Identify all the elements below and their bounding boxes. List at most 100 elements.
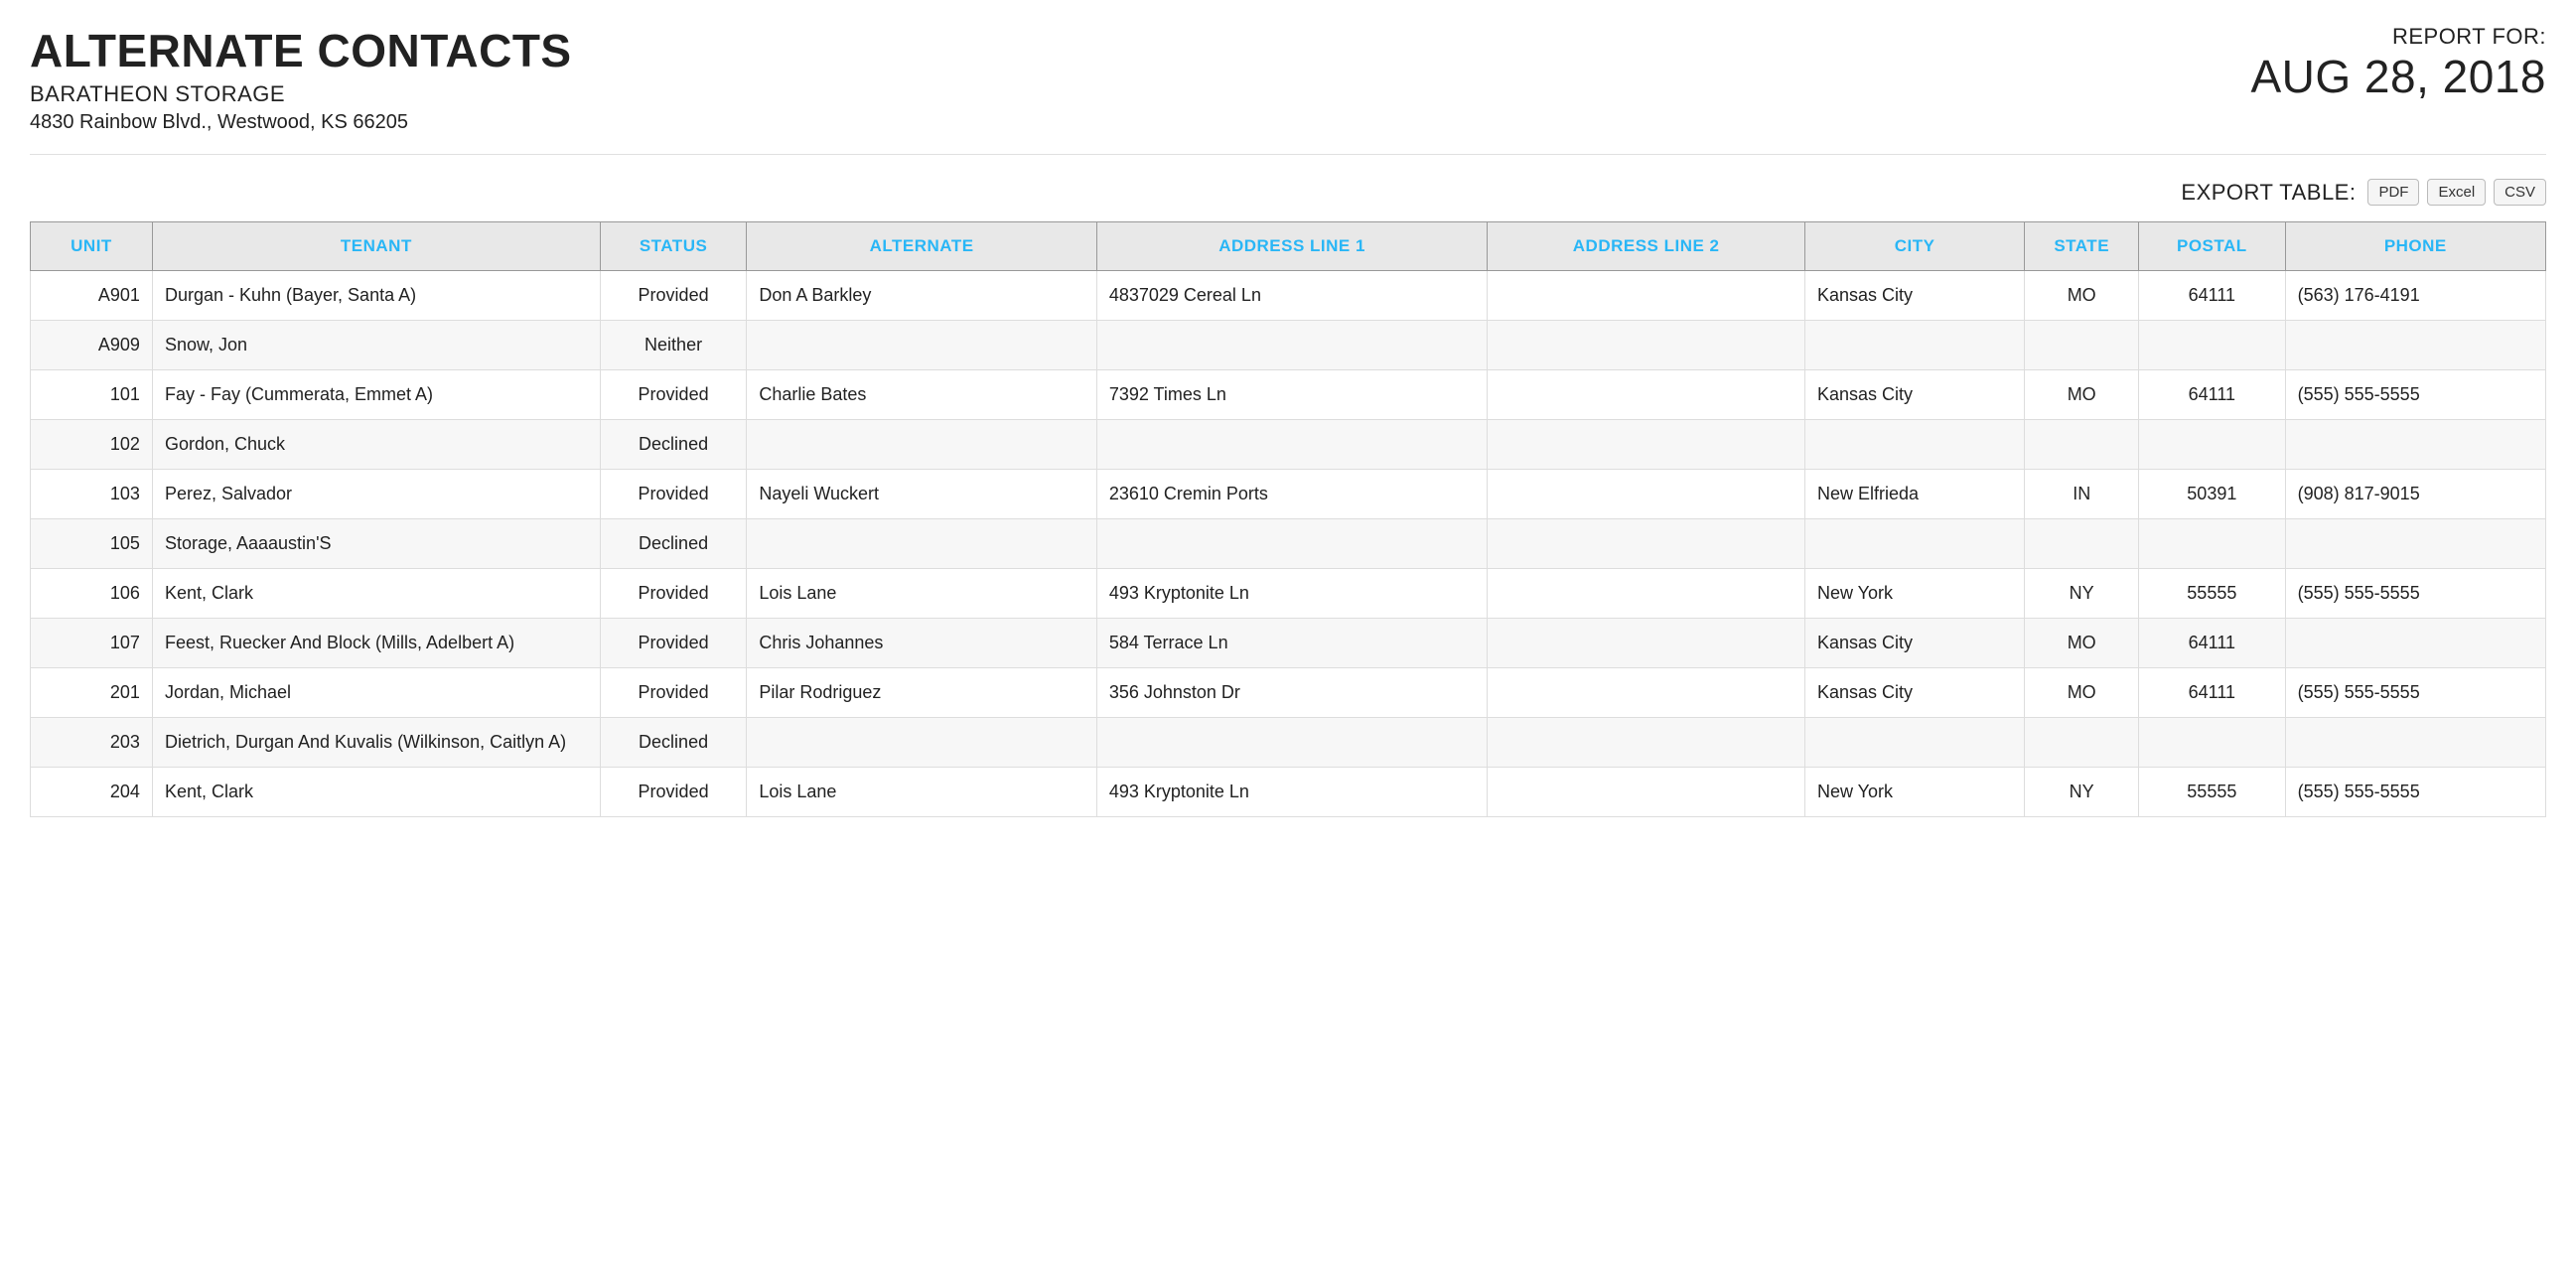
table-row: 105Storage, Aaaaustin'SDeclined — [31, 519, 2546, 569]
table-row: 106Kent, ClarkProvidedLois Lane493 Krypt… — [31, 569, 2546, 619]
cell-addr2 — [1488, 470, 1805, 519]
cell-addr1: 584 Terrace Ln — [1096, 619, 1487, 668]
cell-unit: 105 — [31, 519, 153, 569]
cell-status: Provided — [600, 271, 747, 321]
cell-phone: (555) 555-5555 — [2285, 569, 2545, 619]
cell-addr2 — [1488, 569, 1805, 619]
divider — [30, 154, 2546, 155]
cell-city: Kansas City — [1804, 271, 2024, 321]
export-csv-button[interactable]: CSV — [2494, 179, 2546, 206]
cell-tenant: Snow, Jon — [152, 321, 600, 370]
col-header-postal[interactable]: POSTAL — [2139, 222, 2286, 271]
col-header-addr2[interactable]: ADDRESS LINE 2 — [1488, 222, 1805, 271]
cell-addr1 — [1096, 519, 1487, 569]
cell-unit: 101 — [31, 370, 153, 420]
col-header-alternate[interactable]: ALTERNATE — [747, 222, 1096, 271]
cell-addr2 — [1488, 321, 1805, 370]
report-date: AUG 28, 2018 — [2250, 50, 2546, 103]
cell-status: Provided — [600, 470, 747, 519]
cell-city: New Elfrieda — [1804, 470, 2024, 519]
col-header-unit[interactable]: UNIT — [31, 222, 153, 271]
cell-addr2 — [1488, 619, 1805, 668]
cell-postal — [2139, 519, 2286, 569]
cell-phone: (555) 555-5555 — [2285, 668, 2545, 718]
cell-tenant: Durgan - Kuhn (Bayer, Santa A) — [152, 271, 600, 321]
cell-status: Provided — [600, 569, 747, 619]
cell-postal: 64111 — [2139, 619, 2286, 668]
cell-city — [1804, 718, 2024, 768]
cell-addr2 — [1488, 718, 1805, 768]
cell-unit: 204 — [31, 768, 153, 817]
cell-addr1: 356 Johnston Dr — [1096, 668, 1487, 718]
table-row: 204Kent, ClarkProvidedLois Lane493 Krypt… — [31, 768, 2546, 817]
cell-postal: 64111 — [2139, 370, 2286, 420]
cell-unit: 201 — [31, 668, 153, 718]
cell-state — [2025, 718, 2139, 768]
col-header-addr1[interactable]: ADDRESS LINE 1 — [1096, 222, 1487, 271]
cell-unit: 106 — [31, 569, 153, 619]
cell-alternate — [747, 321, 1096, 370]
cell-addr2 — [1488, 668, 1805, 718]
col-header-city[interactable]: CITY — [1804, 222, 2024, 271]
cell-unit: A909 — [31, 321, 153, 370]
col-header-state[interactable]: STATE — [2025, 222, 2139, 271]
cell-postal: 55555 — [2139, 569, 2286, 619]
cell-postal — [2139, 321, 2286, 370]
cell-addr2 — [1488, 271, 1805, 321]
cell-phone: (555) 555-5555 — [2285, 768, 2545, 817]
cell-unit: 102 — [31, 420, 153, 470]
cell-city — [1804, 420, 2024, 470]
table-row: A901Durgan - Kuhn (Bayer, Santa A)Provid… — [31, 271, 2546, 321]
cell-phone: (563) 176-4191 — [2285, 271, 2545, 321]
cell-tenant: Storage, Aaaaustin'S — [152, 519, 600, 569]
cell-alternate — [747, 420, 1096, 470]
cell-addr2 — [1488, 768, 1805, 817]
cell-addr1: 493 Kryptonite Ln — [1096, 768, 1487, 817]
table-row: 102Gordon, ChuckDeclined — [31, 420, 2546, 470]
cell-addr1 — [1096, 321, 1487, 370]
cell-alternate — [747, 718, 1096, 768]
company-name: BARATHEON STORAGE — [30, 81, 2250, 107]
cell-phone — [2285, 619, 2545, 668]
cell-city — [1804, 321, 2024, 370]
cell-phone — [2285, 420, 2545, 470]
cell-addr2 — [1488, 420, 1805, 470]
cell-phone: (908) 817-9015 — [2285, 470, 2545, 519]
cell-alternate: Lois Lane — [747, 768, 1096, 817]
cell-tenant: Kent, Clark — [152, 569, 600, 619]
cell-postal — [2139, 420, 2286, 470]
export-label: EXPORT TABLE: — [2181, 180, 2356, 206]
cell-city: Kansas City — [1804, 370, 2024, 420]
cell-status: Declined — [600, 718, 747, 768]
table-body: A901Durgan - Kuhn (Bayer, Santa A)Provid… — [31, 271, 2546, 817]
cell-tenant: Fay - Fay (Cummerata, Emmet A) — [152, 370, 600, 420]
export-row: EXPORT TABLE: PDF Excel CSV — [30, 179, 2546, 206]
cell-tenant: Perez, Salvador — [152, 470, 600, 519]
export-excel-button[interactable]: Excel — [2427, 179, 2486, 206]
col-header-status[interactable]: STATUS — [600, 222, 747, 271]
report-for-label: REPORT FOR: — [2250, 24, 2546, 50]
cell-postal: 50391 — [2139, 470, 2286, 519]
table-row: 101Fay - Fay (Cummerata, Emmet A)Provide… — [31, 370, 2546, 420]
cell-phone — [2285, 718, 2545, 768]
cell-phone: (555) 555-5555 — [2285, 370, 2545, 420]
header-left: ALTERNATE CONTACTS BARATHEON STORAGE 483… — [30, 24, 2250, 134]
col-header-phone[interactable]: PHONE — [2285, 222, 2545, 271]
cell-alternate — [747, 519, 1096, 569]
export-pdf-button[interactable]: PDF — [2367, 179, 2419, 206]
cell-alternate: Pilar Rodriguez — [747, 668, 1096, 718]
cell-addr1: 493 Kryptonite Ln — [1096, 569, 1487, 619]
cell-phone — [2285, 321, 2545, 370]
cell-addr1: 4837029 Cereal Ln — [1096, 271, 1487, 321]
cell-alternate: Lois Lane — [747, 569, 1096, 619]
cell-state — [2025, 420, 2139, 470]
table-row: 203Dietrich, Durgan And Kuvalis (Wilkins… — [31, 718, 2546, 768]
cell-postal: 64111 — [2139, 668, 2286, 718]
col-header-tenant[interactable]: TENANT — [152, 222, 600, 271]
table-row: 107Feest, Ruecker And Block (Mills, Adel… — [31, 619, 2546, 668]
cell-addr2 — [1488, 519, 1805, 569]
report-title: ALTERNATE CONTACTS — [30, 24, 2250, 77]
cell-unit: 203 — [31, 718, 153, 768]
cell-state: MO — [2025, 619, 2139, 668]
cell-status: Provided — [600, 370, 747, 420]
